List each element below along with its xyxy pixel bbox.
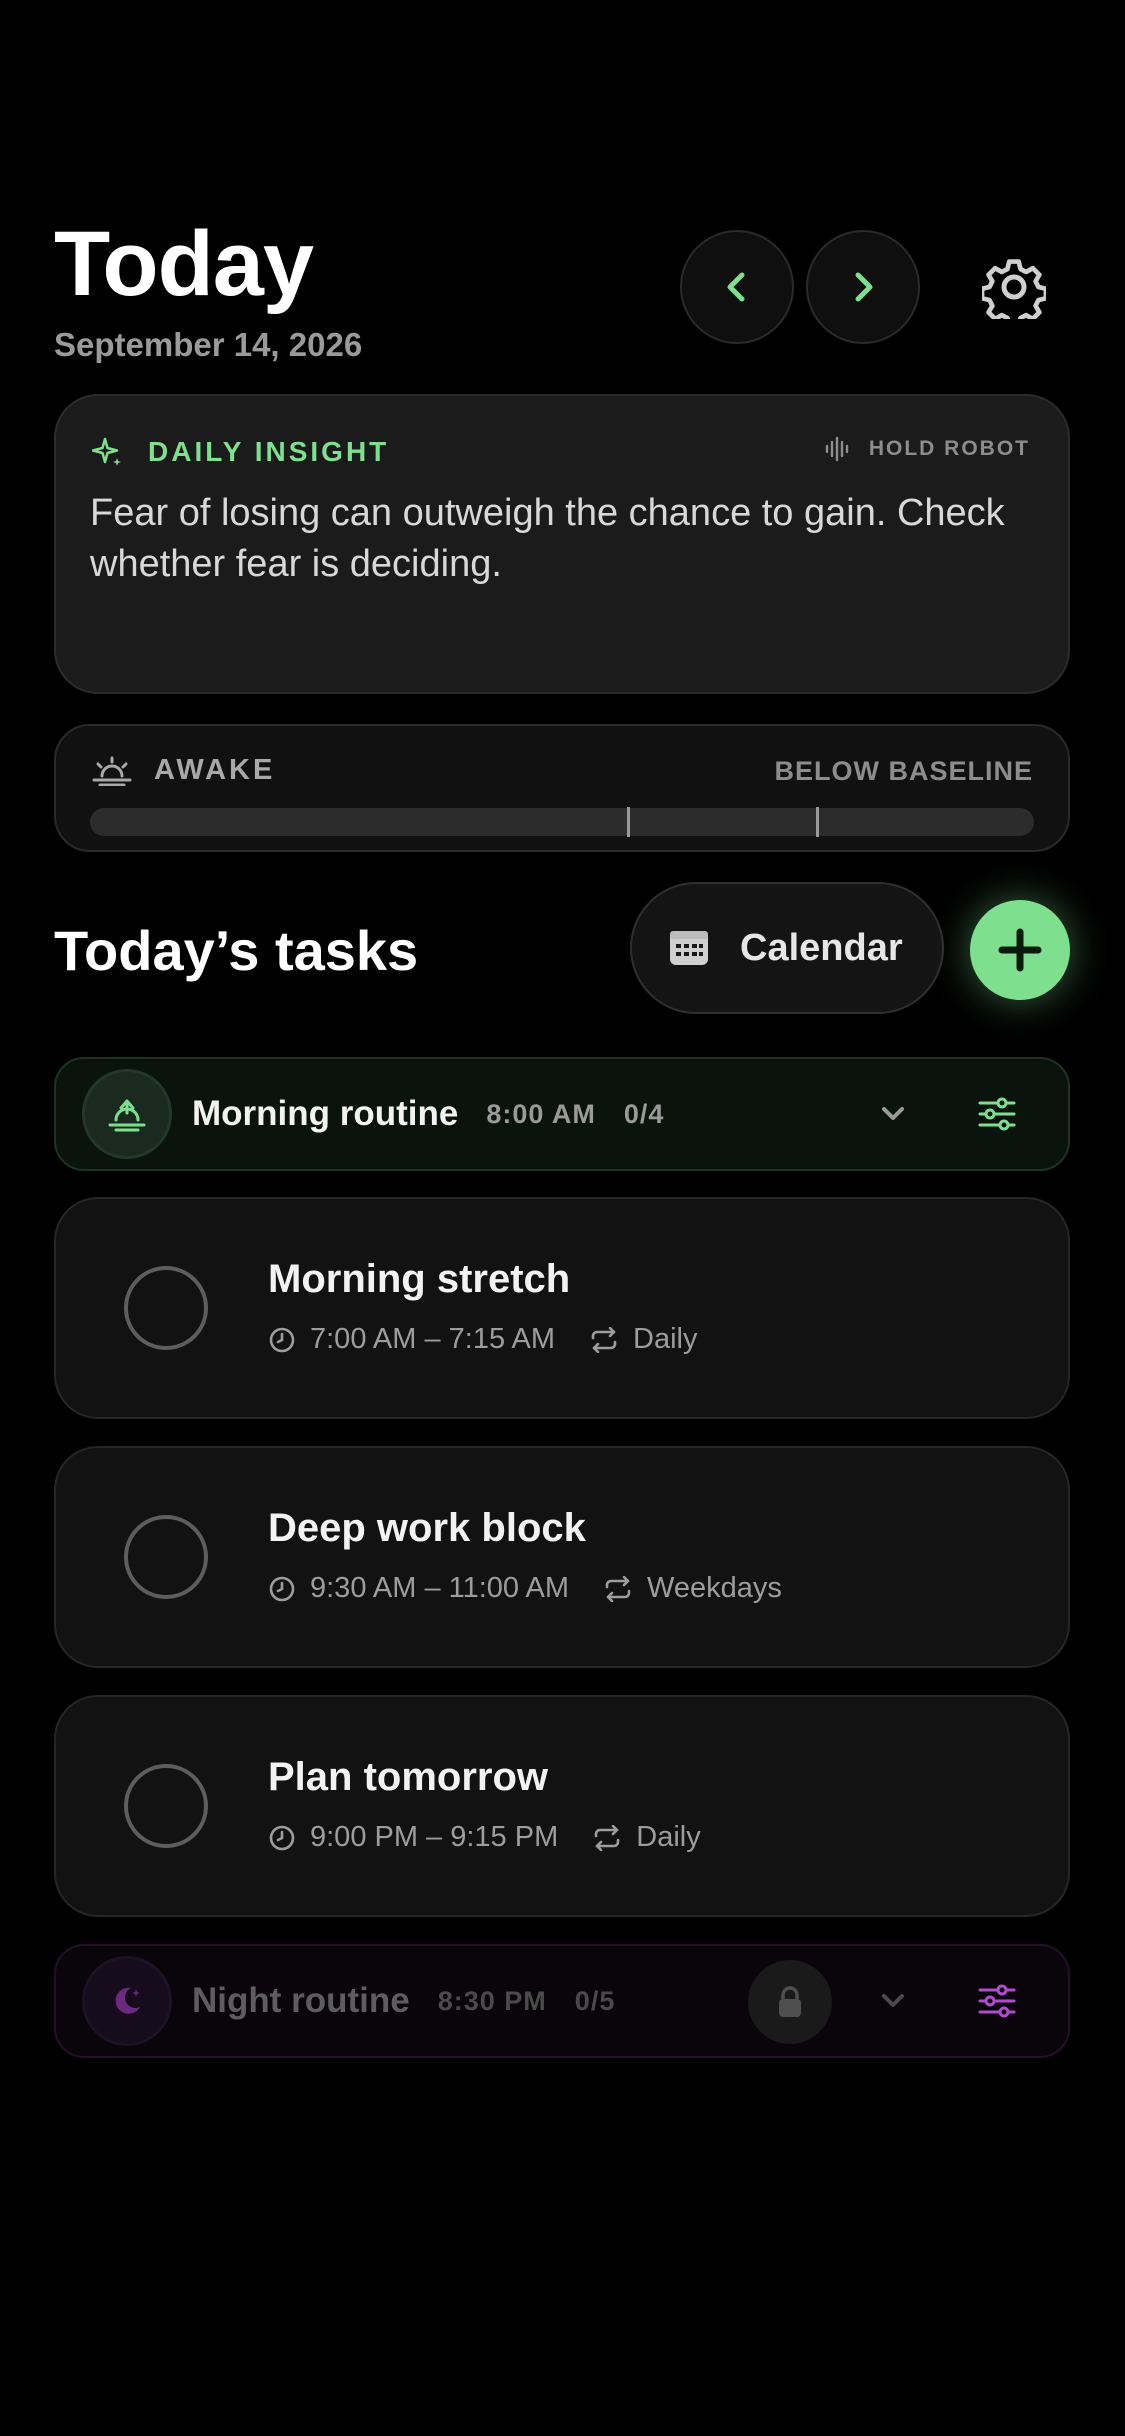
sparkle-icon xyxy=(92,437,121,466)
task-checkbox[interactable] xyxy=(124,1266,208,1350)
next-day-button[interactable] xyxy=(806,230,920,344)
previous-day-button[interactable] xyxy=(680,230,794,344)
awake-progress-bar xyxy=(90,808,1034,836)
task-name: Deep work block xyxy=(268,1506,586,1550)
task-checkbox[interactable] xyxy=(124,1515,208,1599)
baseline-marker xyxy=(816,807,819,837)
daily-insight-header: DAILY INSIGHT xyxy=(92,436,389,468)
chevron-down-icon xyxy=(882,1994,904,2007)
page-title: Today xyxy=(54,213,314,315)
routine-progress: 0/4 xyxy=(623,1098,665,1129)
task-checkbox[interactable] xyxy=(124,1764,208,1848)
tasks-section-title: Today’s tasks xyxy=(54,919,419,982)
calendar-button-label: Calendar xyxy=(740,926,903,969)
sunrise-icon xyxy=(92,756,132,786)
task-meta: 9:30 AM – 11:00 AM Weekdays xyxy=(268,1572,782,1605)
awake-label: AWAKE xyxy=(154,754,276,786)
moon-icon xyxy=(115,1987,140,2014)
task-card[interactable]: Morning stretch 7:00 AM – 7:15 AM Daily xyxy=(54,1197,1070,1419)
task-meta: 7:00 AM – 7:15 AM Daily xyxy=(268,1323,698,1356)
calendar-button[interactable]: Calendar xyxy=(630,882,944,1014)
settings-button[interactable] xyxy=(974,247,1054,327)
routine-time: 8:30 PM xyxy=(437,1985,547,2016)
routine-settings-button[interactable] xyxy=(978,1097,1016,1136)
chevron-down-icon xyxy=(882,1107,904,1120)
clock-icon xyxy=(269,1825,295,1850)
task-card[interactable]: Deep work block 9:30 AM – 11:00 AM Weekd… xyxy=(54,1446,1070,1668)
hold-robot-label: HOLD ROBOT xyxy=(868,437,1030,460)
expand-routine-button[interactable] xyxy=(876,1984,910,2023)
morning-routine-row[interactable]: Morning routine 8:00 AM 0/4 xyxy=(54,1057,1070,1171)
daily-insight-text: Fear of losing can outweigh the chance t… xyxy=(90,492,1005,585)
routine-name: Night routine xyxy=(192,1981,410,2020)
chevron-right-icon xyxy=(855,272,873,302)
task-repeat: Weekdays xyxy=(647,1572,782,1604)
sliders-icon xyxy=(978,1097,1016,1131)
add-task-button[interactable] xyxy=(970,900,1070,1000)
routine-icon-badge xyxy=(82,1069,172,1159)
routine-name: Morning routine xyxy=(192,1094,459,1133)
baseline-status: BELOW BASELINE xyxy=(774,756,1033,786)
routine-time: 8:00 AM xyxy=(486,1098,596,1129)
awake-header: AWAKE xyxy=(92,754,275,787)
routine-settings-button[interactable] xyxy=(978,1984,1016,2023)
sunrise-icon xyxy=(108,1099,146,1132)
task-name: Morning stretch xyxy=(268,1257,571,1301)
task-time: 9:30 AM – 11:00 AM xyxy=(310,1572,570,1604)
calendar-icon xyxy=(670,931,708,965)
hold-robot-button[interactable]: HOLD ROBOT xyxy=(825,436,1030,462)
daily-insight-label: DAILY INSIGHT xyxy=(148,436,390,467)
gear-icon xyxy=(982,259,1046,319)
lock-icon xyxy=(779,1986,801,2017)
expand-routine-button[interactable] xyxy=(876,1097,910,1136)
routine-progress: 0/5 xyxy=(574,1985,616,2016)
task-card[interactable]: Plan tomorrow 9:00 PM – 9:15 PM Daily xyxy=(54,1695,1070,1917)
clock-icon xyxy=(269,1576,295,1601)
task-repeat: Daily xyxy=(633,1323,698,1355)
task-time: 9:00 PM – 9:15 PM xyxy=(310,1821,559,1853)
clock-icon xyxy=(269,1327,295,1352)
night-routine-row[interactable]: Night routine 8:30 PM 0/5 xyxy=(54,1944,1070,2058)
page-date: September 14, 2026 xyxy=(54,326,363,363)
baseline-marker xyxy=(627,807,630,837)
plus-icon xyxy=(998,928,1042,972)
routine-icon-badge xyxy=(82,1956,172,2046)
task-meta: 9:00 PM – 9:15 PM Daily xyxy=(268,1821,701,1854)
sliders-icon xyxy=(978,1984,1016,2018)
chevron-left-icon xyxy=(727,272,745,302)
repeat-icon xyxy=(594,1824,620,1851)
repeat-icon xyxy=(591,1326,617,1353)
lock-button[interactable] xyxy=(748,1960,832,2044)
task-name: Plan tomorrow xyxy=(268,1755,549,1799)
task-time: 7:00 AM – 7:15 AM xyxy=(310,1323,556,1355)
waveform-icon xyxy=(825,436,849,462)
task-repeat: Daily xyxy=(636,1821,701,1853)
repeat-icon xyxy=(605,1575,631,1602)
